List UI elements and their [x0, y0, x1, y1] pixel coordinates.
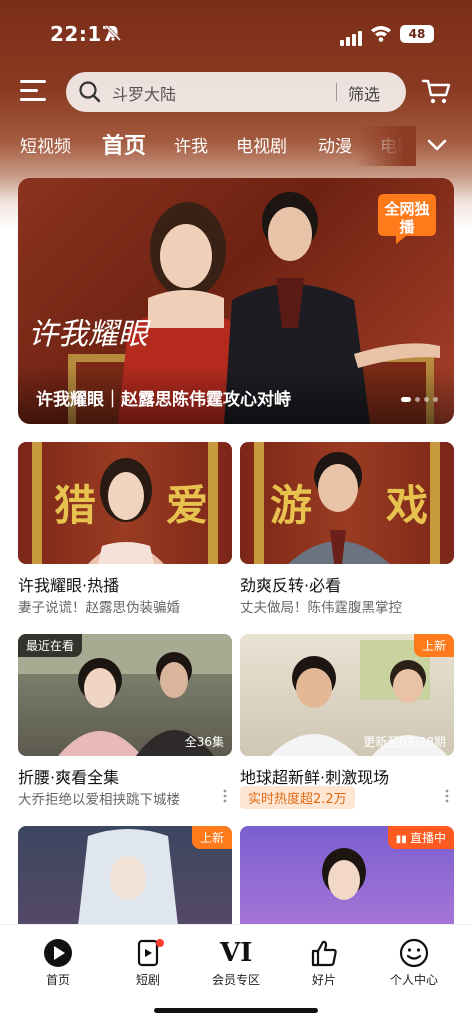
video-card[interactable]: 游 戏 劲爽反转·必看 丈夫做局！陈伟霆腹黑掌控 — [240, 442, 454, 616]
shopping-cart-icon[interactable] — [420, 76, 452, 106]
video-card[interactable]: 猎 爱 许我耀眼·热播 妻子说谎！赵露思伪装骗婚 — [18, 442, 232, 616]
menu-icon[interactable] — [20, 80, 46, 102]
home-play-icon — [44, 939, 72, 967]
recently-watched-tag: 最近在看 — [18, 634, 83, 657]
tab-xu-wo[interactable]: 许我 — [174, 132, 208, 157]
more-options-icon[interactable] — [444, 788, 450, 804]
nav-vip[interactable]: VI 会员专区 — [196, 937, 276, 988]
search-query: 斗罗大陆 — [112, 85, 177, 104]
nav-label: 首页 — [45, 973, 70, 987]
card-subtitle: 妻子说谎！赵露思伪装骗婚 — [18, 600, 180, 616]
heat-badge: 实时热度超2.2万 — [240, 786, 355, 809]
live-bars-icon: ▮▮ — [395, 834, 410, 845]
exclusive-badge-label-wrap: 全网独播 — [374, 190, 440, 246]
tab-home[interactable]: 首页 — [102, 128, 146, 160]
thumbnail-char: 爱 — [166, 481, 209, 530]
card-subtitle: 丈夫做局！陈伟霆腹黑掌控 — [240, 600, 402, 616]
exclusive-badge-label: 全网独播 — [384, 200, 430, 236]
update-status: 更新至09-28期 — [363, 735, 446, 749]
nav-home[interactable]: 首页 — [18, 937, 98, 988]
smiley-profile-icon — [399, 938, 429, 968]
vip-icon: VI — [220, 938, 253, 968]
video-thumbnail: 游 戏 — [240, 442, 454, 564]
tab-anime[interactable]: 动漫 — [318, 132, 352, 157]
hero-banner[interactable]: 许我耀眼 全网独播 许我耀眼｜赵露思陈伟霆攻心对峙 — [18, 178, 454, 424]
filter-button[interactable]: 筛选 — [348, 81, 380, 105]
episode-count: 全36集 — [184, 735, 224, 749]
live-tag-label: 直播中 — [409, 831, 446, 845]
category-tabs: 短视频 首页 许我 电视剧 动漫 电影 — [0, 126, 472, 166]
nav-label: 短剧 — [135, 973, 160, 987]
tab-short-video[interactable]: 短视频 — [20, 132, 71, 157]
bell-muted-icon — [104, 24, 122, 42]
nav-profile[interactable]: 个人中心 — [374, 937, 454, 988]
nav-label: 好片 — [311, 973, 336, 987]
nav-label: 个人中心 — [389, 973, 438, 987]
tab-fade — [356, 126, 416, 166]
card-subtitle: 大乔拒绝以爱相挟跳下城楼 — [18, 792, 180, 808]
card-title: 劲爽反转·必看 — [240, 576, 342, 595]
signal-icon — [340, 27, 364, 46]
new-tag: 上新 — [413, 634, 454, 657]
status-bar: 22:17 48 — [0, 0, 472, 66]
new-tag: 上新 — [191, 826, 232, 849]
nav-label: 会员专区 — [211, 973, 260, 987]
thumbnail-char: 戏 — [386, 481, 429, 530]
search-icon — [79, 81, 101, 103]
thumbnail-char: 猎 — [54, 481, 97, 530]
banner-art-title: 许我耀眼 — [28, 317, 151, 352]
card-title: 地球超新鲜·刺激现场 — [240, 768, 390, 787]
banner-title: 许我耀眼｜赵露思陈伟霆攻心对峙 — [36, 390, 291, 410]
live-tag: ▮▮ 直播中 — [387, 826, 454, 849]
tab-tv-series[interactable]: 电视剧 — [236, 132, 287, 157]
search-divider — [336, 83, 337, 101]
video-thumbnail: 上新 更新至09-28期 — [240, 634, 454, 756]
home-indicator — [154, 1008, 318, 1013]
chevron-down-icon[interactable] — [426, 136, 448, 154]
video-card[interactable]: 上新 更新至09-28期 地球超新鲜·刺激现场 实时热度超2.2万 — [240, 634, 454, 809]
card-title: 许我耀眼·热播 — [18, 576, 120, 595]
nav-good-films[interactable]: 好片 — [284, 937, 364, 988]
thumbs-up-icon — [311, 940, 337, 967]
battery-indicator: 48 — [400, 25, 434, 43]
notification-dot — [156, 939, 164, 947]
video-thumbnail: 猎 爱 — [18, 442, 232, 564]
thumbnail-char: 游 — [270, 481, 313, 530]
search-input[interactable]: 斗罗大陆 筛选 — [66, 72, 406, 112]
video-thumbnail: 最近在看 全36集 — [18, 634, 232, 756]
nav-short-drama[interactable]: 短剧 — [108, 937, 188, 988]
banner-caption: 许我耀眼｜赵露思陈伟霆攻心对峙 — [18, 366, 454, 424]
card-title: 折腰·爽看全集 — [18, 768, 120, 787]
wifi-icon — [371, 26, 391, 42]
video-card[interactable]: 最近在看 全36集 折腰·爽看全集 大乔拒绝以爱相挟跳下城楼 — [18, 634, 232, 808]
carousel-dots — [397, 387, 438, 406]
more-options-icon[interactable] — [222, 788, 228, 804]
